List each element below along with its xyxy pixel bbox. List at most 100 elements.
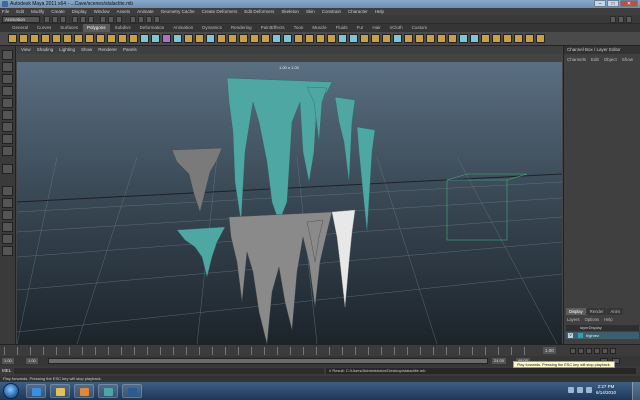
soft-mod-icon[interactable]: [2, 134, 13, 144]
play-backwards-icon[interactable]: [586, 348, 592, 354]
layer-row-highrez[interactable]: V highrez: [566, 332, 639, 339]
tab-deformation[interactable]: Deformation: [136, 24, 169, 32]
playback-start-field[interactable]: 1.00: [26, 358, 38, 364]
select-object-icon[interactable]: [80, 16, 86, 23]
shelf-tool-icon[interactable]: [272, 34, 281, 43]
shelf-tool-icon[interactable]: [525, 34, 534, 43]
new-scene-icon[interactable]: [44, 16, 50, 23]
snap-point-icon[interactable]: [116, 16, 122, 23]
panel-menu-renderer[interactable]: Renderer: [98, 46, 117, 54]
time-slider[interactable]: 1.00: [0, 344, 640, 356]
scale-tool-icon[interactable]: [2, 110, 13, 120]
range-slider-bar[interactable]: [48, 358, 488, 364]
shelf-tool-icon[interactable]: [294, 34, 303, 43]
menu-display[interactable]: Display: [72, 8, 87, 15]
command-input[interactable]: [14, 368, 324, 374]
layer-menu-help[interactable]: Help: [604, 316, 613, 323]
shelf-tool-icon[interactable]: [349, 34, 358, 43]
shelf-tool-icon[interactable]: [415, 34, 424, 43]
shelf-tool-icon[interactable]: [283, 34, 292, 43]
menu-constrain[interactable]: Constrain: [322, 8, 341, 15]
menu-animate[interactable]: Animate: [137, 8, 154, 15]
channel-box-toggle-icon[interactable]: [626, 16, 632, 23]
layer-color-swatch[interactable]: [578, 333, 583, 338]
shelf-tool-icon[interactable]: [30, 34, 39, 43]
shelf-tool-icon[interactable]: [261, 34, 270, 43]
photoshop-taskbar-icon[interactable]: [122, 384, 142, 398]
maximize-button[interactable]: □: [607, 0, 619, 7]
snap-curve-icon[interactable]: [108, 16, 114, 23]
shelf-tool-icon[interactable]: [503, 34, 512, 43]
menu-create[interactable]: Create: [51, 8, 65, 15]
menu-skeleton[interactable]: Skeleton: [281, 8, 299, 15]
panel-menu-lighting[interactable]: Lighting: [59, 46, 75, 54]
animation-start-field[interactable]: 1.00: [2, 358, 14, 364]
shelf-tool-icon[interactable]: [74, 34, 83, 43]
panel-menu-shading[interactable]: Shading: [37, 46, 54, 54]
panel-menu-panels[interactable]: Panels: [123, 46, 137, 54]
shelf-tool-icon[interactable]: [536, 34, 545, 43]
tab-ncloth[interactable]: nCloth: [386, 24, 407, 32]
tab-animation[interactable]: Animation: [169, 24, 197, 32]
shelf-tool-icon[interactable]: [184, 34, 193, 43]
cb-menu-show[interactable]: Show: [622, 56, 633, 64]
shelf-tool-icon[interactable]: [217, 34, 226, 43]
layer-menu-layers[interactable]: Layers: [567, 316, 580, 323]
menu-character[interactable]: Character: [348, 8, 368, 15]
show-desktop-button[interactable]: [632, 382, 640, 400]
tab-dynamics[interactable]: Dynamics: [198, 24, 226, 32]
shelf-tool-icon[interactable]: [316, 34, 325, 43]
taskbar-clock[interactable]: 2:27 PM 6/14/2010: [596, 384, 616, 396]
tab-toon[interactable]: Toon: [290, 24, 308, 32]
step-forward-icon[interactable]: [602, 348, 608, 354]
tab-fur[interactable]: Fur: [353, 24, 368, 32]
shelf-tool-icon[interactable]: [459, 34, 468, 43]
volume-icon[interactable]: [577, 387, 583, 393]
menu-help[interactable]: Help: [375, 8, 384, 15]
tab-render-layers[interactable]: Render: [586, 308, 607, 315]
shelf-tool-icon[interactable]: [404, 34, 413, 43]
tab-muscle[interactable]: Muscle: [308, 24, 330, 32]
step-back-icon[interactable]: [578, 348, 584, 354]
cb-menu-object[interactable]: Object: [604, 56, 617, 64]
network-icon[interactable]: [568, 387, 574, 393]
shelf-tool-icon[interactable]: [448, 34, 457, 43]
shelf-tool-icon[interactable]: [63, 34, 72, 43]
select-hierarchy-icon[interactable]: [72, 16, 78, 23]
menu-skin[interactable]: Skin: [306, 8, 315, 15]
shelf-tool-icon[interactable]: [151, 34, 160, 43]
lasso-tool-icon[interactable]: [2, 62, 13, 72]
single-perspective-layout-icon[interactable]: [2, 186, 13, 196]
menu-edit-deformers[interactable]: Edit Deformers: [244, 8, 274, 15]
ipr-render-icon[interactable]: [146, 16, 152, 23]
shelf-tool-icon[interactable]: [481, 34, 490, 43]
select-tool-icon[interactable]: [2, 50, 13, 60]
shelf-tool-icon[interactable]: [195, 34, 204, 43]
shelf-tool-icon[interactable]: [85, 34, 94, 43]
mel-label[interactable]: MEL: [2, 368, 11, 373]
tab-polygons[interactable]: Polygons: [83, 24, 110, 32]
persp-outliner-layout-icon[interactable]: [2, 210, 13, 220]
open-scene-icon[interactable]: [52, 16, 58, 23]
menu-window[interactable]: Window: [94, 8, 110, 15]
tab-subdivs[interactable]: Subdivs: [111, 24, 135, 32]
go-to-end-icon[interactable]: [610, 348, 616, 354]
tab-painteffects[interactable]: PaintEffects: [257, 24, 289, 32]
go-to-start-icon[interactable]: [570, 348, 576, 354]
shelf-tool-icon[interactable]: [239, 34, 248, 43]
hypershade-layout-icon[interactable]: [2, 234, 13, 244]
snap-grid-icon[interactable]: [100, 16, 106, 23]
media-player-taskbar-icon[interactable]: [74, 384, 94, 398]
persp-graph-layout-icon[interactable]: [2, 222, 13, 232]
shelf-tool-icon[interactable]: [228, 34, 237, 43]
four-view-layout-icon[interactable]: [2, 198, 13, 208]
tab-general[interactable]: General: [8, 24, 32, 32]
tab-display-layers[interactable]: Display: [566, 308, 586, 315]
shelf-tool-icon[interactable]: [426, 34, 435, 43]
flag-icon[interactable]: [586, 387, 592, 393]
menu-create-deformers[interactable]: Create Deformers: [202, 8, 238, 15]
select-component-icon[interactable]: [88, 16, 94, 23]
tool-settings-toggle-icon[interactable]: [618, 16, 624, 23]
layer-visibility-toggle[interactable]: V: [568, 333, 573, 338]
menu-modify[interactable]: Modify: [31, 8, 44, 15]
